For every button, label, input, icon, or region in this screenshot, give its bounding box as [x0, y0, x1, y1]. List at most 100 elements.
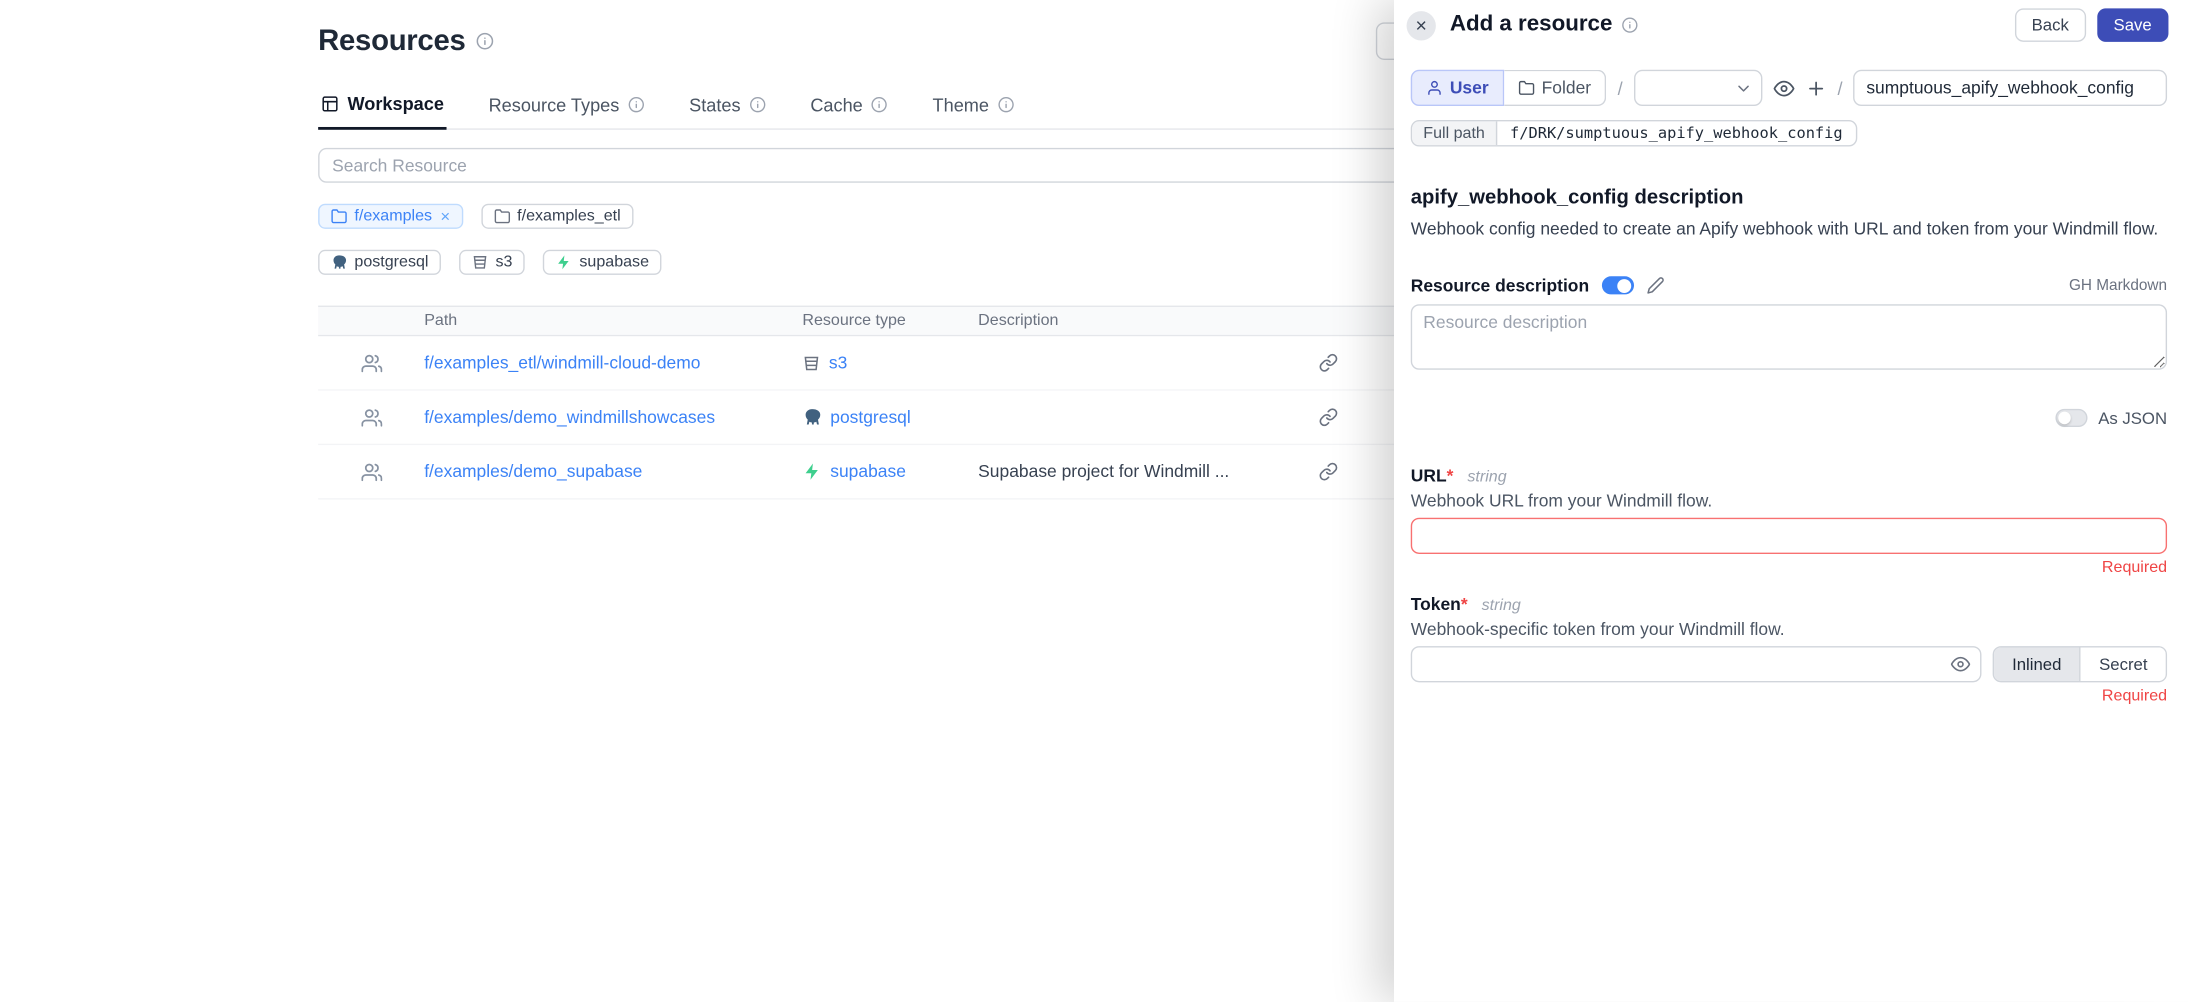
inlined-button[interactable]: Inlined — [1994, 647, 2081, 680]
token-input[interactable] — [1411, 646, 1982, 682]
page-header: Resources Add resource — [318, 22, 1538, 60]
description-toggle[interactable] — [1602, 277, 1634, 295]
folder-icon — [1518, 80, 1535, 97]
save-button[interactable]: Save — [2097, 8, 2169, 41]
supabase-icon — [802, 462, 822, 482]
resource-description: Supabase project for Windmill ... — [978, 462, 1318, 482]
as-json-toggle[interactable] — [2055, 409, 2087, 427]
type-chip-label: s3 — [495, 254, 512, 271]
url-label: URL* — [1411, 466, 1454, 486]
folder-chip-examples[interactable]: f/examples × — [318, 204, 463, 229]
info-icon[interactable] — [997, 96, 1014, 113]
copy-link-icon[interactable] — [1319, 353, 1339, 373]
info-icon[interactable] — [1622, 17, 1639, 34]
resource-type-cell: s3 — [802, 353, 978, 373]
resource-description-label: Resource description — [1411, 276, 1589, 296]
owner-select[interactable] — [1634, 70, 1762, 106]
preview-eye-icon[interactable] — [1773, 77, 1794, 98]
owner-folder-label: Folder — [1542, 78, 1591, 98]
url-label-row: URL* string — [1411, 466, 2167, 486]
drawer-title: Add a resource — [1450, 13, 1613, 38]
token-label: Token* — [1411, 594, 1468, 614]
table-header: Path Resource type Description — [318, 306, 1538, 337]
copy-link-icon[interactable] — [1319, 407, 1339, 427]
full-path-value: f/DRK/sumptuous_apify_webhook_config — [1497, 121, 1855, 145]
info-icon[interactable] — [749, 96, 766, 113]
folder-filter-row: f/examples × f/examples_etl — [318, 204, 1538, 229]
token-label-row: Token* string — [1411, 594, 2167, 614]
owner-user-button[interactable]: User — [1411, 70, 1504, 106]
copy-link-icon[interactable] — [1319, 462, 1339, 482]
tab-states[interactable]: States — [686, 88, 768, 128]
chevron-down-icon — [1734, 80, 1752, 98]
info-icon[interactable] — [475, 32, 493, 50]
folder-icon — [493, 208, 510, 225]
page-title: Resources — [318, 24, 465, 57]
app-canvas: Resources Add resource Workspace Resourc… — [0, 0, 2188, 1002]
table-row[interactable]: f/examples_etl/windmill-cloud-demo s3 — [318, 336, 1538, 390]
show-token-eye-icon[interactable] — [1951, 654, 1971, 674]
owner-kind-toggle: User Folder — [1411, 70, 1607, 106]
edit-pencil-icon[interactable] — [1646, 277, 1664, 295]
tab-theme[interactable]: Theme — [930, 88, 1017, 128]
resource-type-cell: supabase — [802, 462, 978, 482]
type-chip-s3[interactable]: s3 — [459, 250, 525, 275]
tab-workspace[interactable]: Workspace — [318, 88, 447, 130]
resources-page-content: Resources Add resource Workspace Resourc… — [318, 0, 1538, 500]
secret-button[interactable]: Secret — [2081, 647, 2166, 680]
folder-chip-examples-etl[interactable]: f/examples_etl — [481, 204, 633, 229]
header-type: Resource type — [802, 313, 978, 330]
folder-chip-label: f/examples — [354, 208, 432, 225]
url-type-hint: string — [1467, 469, 1506, 486]
resource-path-link[interactable]: f/examples/demo_supabase — [424, 462, 642, 482]
tab-cache[interactable]: Cache — [808, 88, 891, 128]
search-input[interactable] — [318, 148, 1538, 183]
owner-folder-button[interactable]: Folder — [1504, 70, 1606, 106]
type-chip-label: postgresql — [354, 254, 428, 271]
resource-type-label: postgresql — [830, 407, 910, 427]
resource-name-input[interactable] — [1854, 70, 2167, 106]
token-type-hint: string — [1482, 597, 1521, 614]
table-row[interactable]: f/examples/demo_supabase supabase Supaba… — [318, 445, 1538, 499]
path-picker-row: User Folder / — [1411, 70, 2167, 106]
resource-type-section-description: Webhook config needed to create an Apify… — [1411, 218, 2167, 242]
resource-description-header: Resource description GH Markdown — [1411, 276, 2167, 296]
url-required-text: Required — [1411, 559, 2167, 576]
info-icon[interactable] — [628, 96, 645, 113]
header-description: Description — [978, 313, 1318, 330]
path-separator: / — [1618, 77, 1623, 98]
remove-filter-icon[interactable]: × — [440, 208, 450, 225]
resource-type-section-title: apify_webhook_config description — [1411, 187, 2167, 209]
back-button[interactable]: Back — [2015, 8, 2086, 41]
postgresql-icon — [331, 254, 348, 271]
url-field-block: URL* string Webhook URL from your Windmi… — [1411, 466, 2167, 576]
full-path-label: Full path — [1412, 121, 1497, 145]
user-icon — [1426, 80, 1443, 97]
token-field-block: Token* string Webhook-specific token fro… — [1411, 594, 2167, 704]
owner-user-label: User — [1450, 78, 1489, 98]
tab-label: Workspace — [347, 93, 443, 114]
add-folder-plus-icon[interactable] — [1805, 77, 1826, 98]
resource-path-link[interactable]: f/examples/demo_windmillshowcases — [424, 407, 715, 427]
token-input-wrap — [1411, 646, 1982, 682]
resource-description-textarea[interactable] — [1411, 304, 2167, 370]
url-input[interactable] — [1411, 518, 2167, 554]
table-row[interactable]: f/examples/demo_windmillshowcases postgr… — [318, 391, 1538, 445]
workspace-icon — [321, 95, 339, 113]
type-filter-row: postgresql s3 supabase — [318, 250, 1538, 275]
drawer-header: × Add a resource Back Save — [1394, 0, 2188, 50]
info-icon[interactable] — [871, 96, 888, 113]
folder-chip-label: f/examples_etl — [517, 208, 620, 225]
tabs: Workspace Resource Types States Cache Th… — [318, 88, 1538, 130]
close-icon[interactable]: × — [1407, 10, 1436, 39]
resource-type-label: s3 — [829, 353, 847, 373]
gh-markdown-hint: GH Markdown — [2069, 278, 2167, 295]
type-chip-supabase[interactable]: supabase — [543, 250, 661, 275]
tab-resource-types[interactable]: Resource Types — [486, 88, 647, 128]
add-resource-drawer: × Add a resource Back Save User Folder — [1394, 0, 2188, 1002]
resource-path-link[interactable]: f/examples_etl/windmill-cloud-demo — [424, 353, 700, 373]
s3-icon — [472, 254, 489, 271]
type-chip-postgresql[interactable]: postgresql — [318, 250, 441, 275]
header-path: Path — [424, 313, 802, 330]
tab-label: Theme — [933, 94, 989, 115]
